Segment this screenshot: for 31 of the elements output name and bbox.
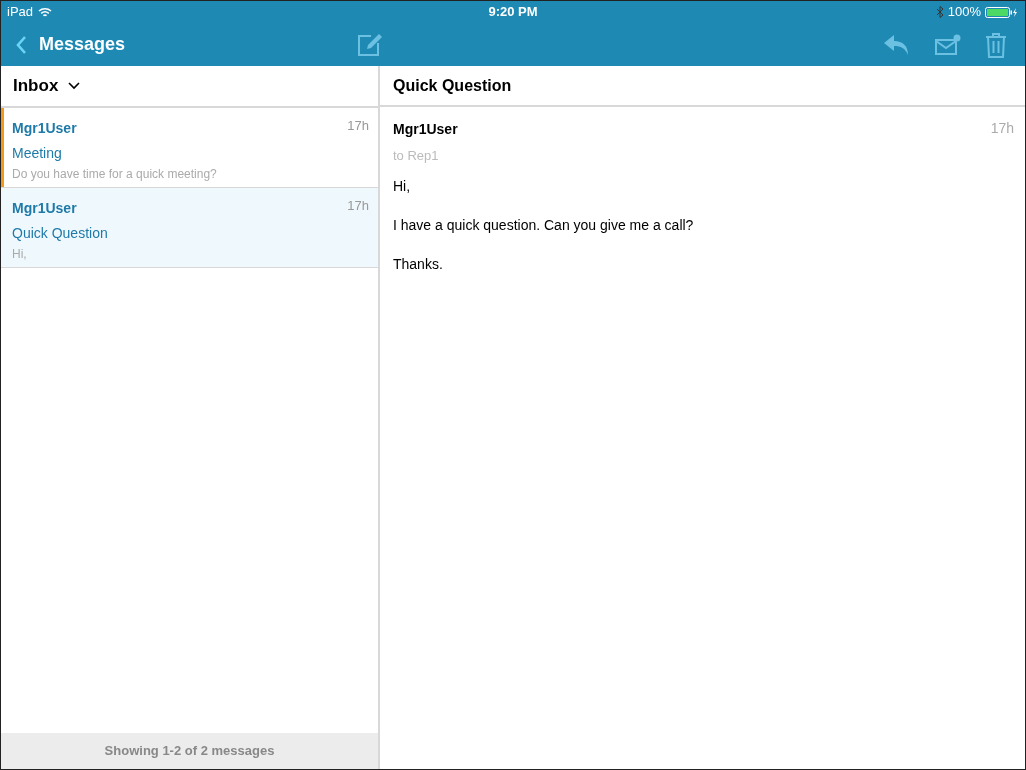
message-row[interactable]: Mgr1User 17h Meeting Do you have time for a quick meeting? (1, 108, 378, 188)
message-time: 17h (990, 119, 1014, 138)
bluetooth-icon (935, 6, 944, 18)
message-subject: Meeting (12, 144, 63, 163)
battery-icon (985, 6, 1019, 18)
message-count: Showing 1-2 of 2 messages (104, 742, 275, 761)
message-preview: Hi, (12, 246, 28, 263)
reply-icon[interactable] (883, 32, 911, 57)
compose-icon[interactable] (357, 32, 384, 57)
chevron-down-icon (68, 82, 81, 90)
trash-icon[interactable] (985, 31, 1007, 58)
sender-name: Mgr1User (12, 199, 77, 218)
mail-icon[interactable] (935, 33, 961, 56)
back-chevron-icon (15, 34, 27, 55)
back-button[interactable]: Messages (15, 31, 126, 58)
body-paragraph: Hi, (393, 176, 412, 196)
sender-name: Mgr1User (12, 119, 77, 138)
device-name: iPad (7, 3, 34, 22)
message-time: 17h (347, 197, 369, 215)
message-row[interactable]: Mgr1User 17h Quick Question Hi, (1, 188, 378, 268)
message-subject: Quick Question (393, 75, 512, 96)
clock-time: 9:20 PM (488, 3, 538, 22)
message-preview: Do you have time for a quick meeting? (12, 166, 218, 183)
body-paragraph: Thanks. (393, 254, 444, 274)
sender-name: Mgr1User (393, 120, 458, 139)
wifi-icon (38, 6, 53, 18)
battery-percent: 100% (947, 3, 981, 22)
message-time: 17h (347, 117, 369, 135)
body-paragraph: I have a quick question. Can you give me a call? (393, 215, 695, 235)
recipient: to Rep1 (393, 147, 440, 165)
message-subject: Quick Question (12, 224, 109, 243)
